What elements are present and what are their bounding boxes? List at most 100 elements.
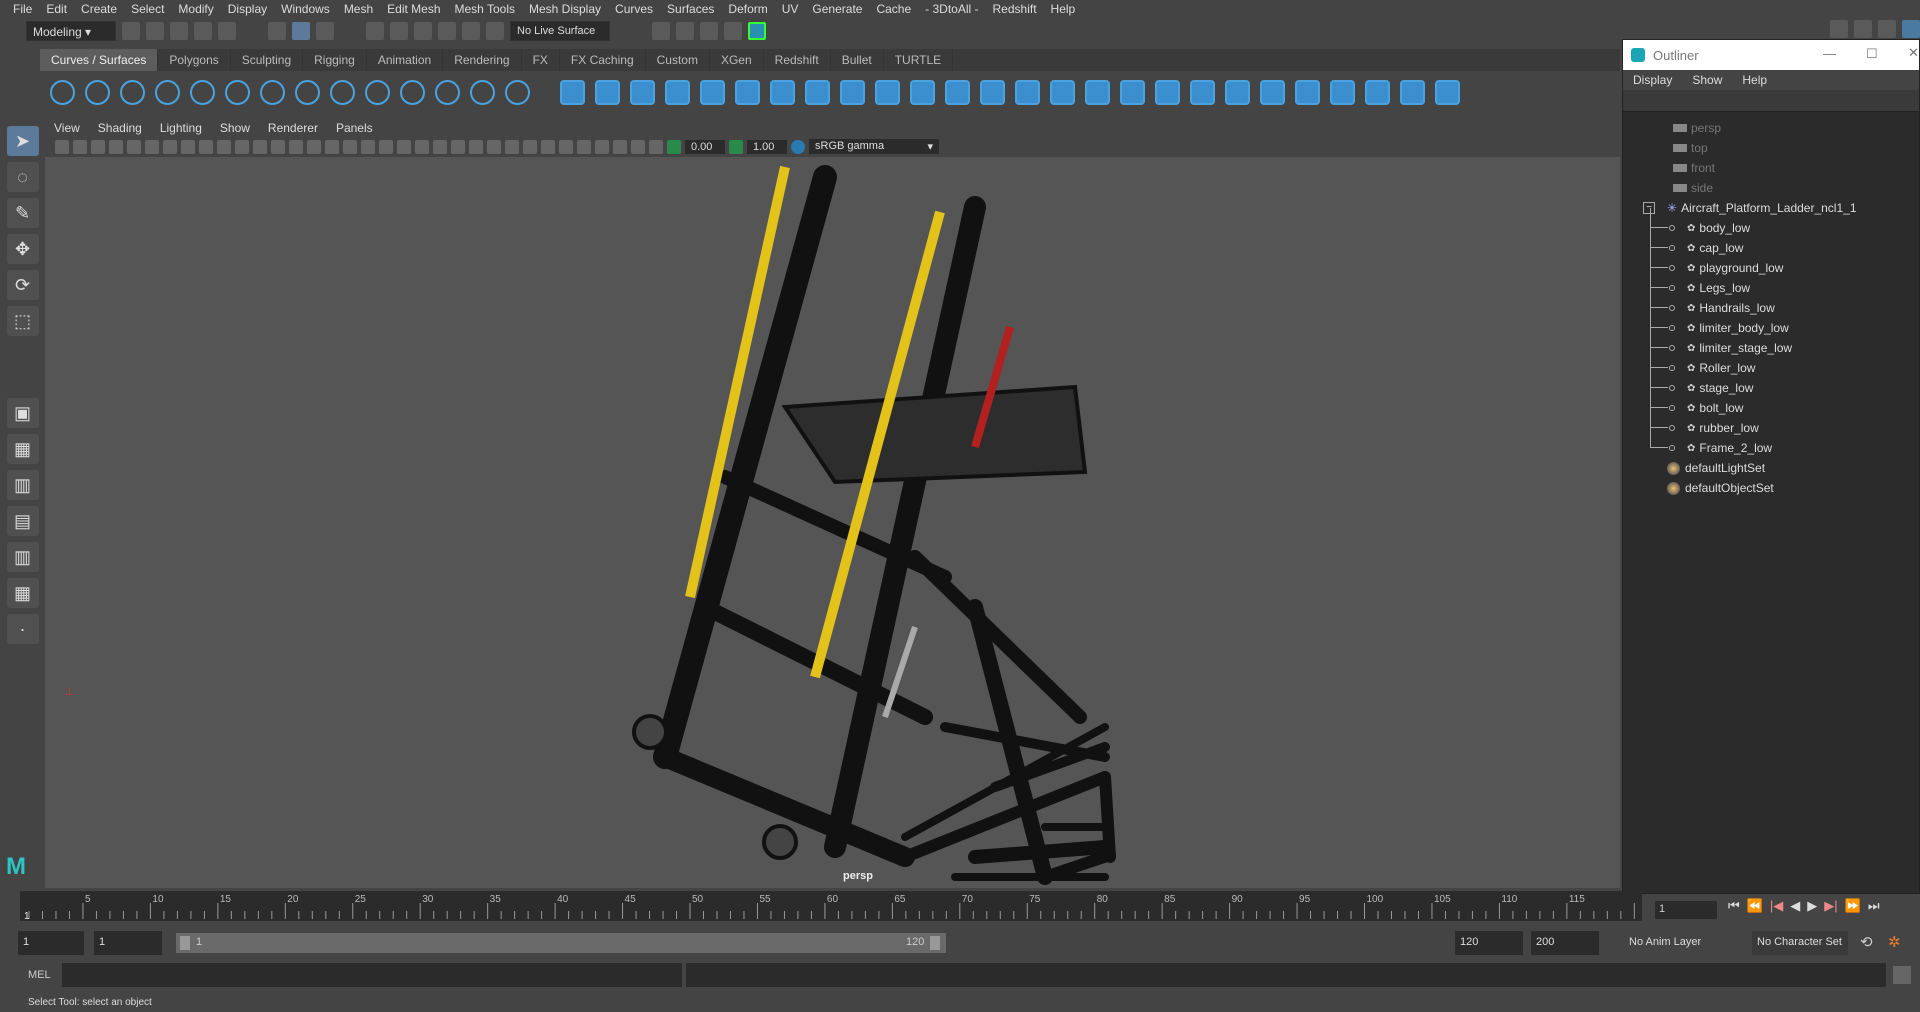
go-to-start-icon[interactable]: ⏮ — [1728, 898, 1740, 914]
snap-point-icon[interactable] — [414, 22, 432, 40]
nurbs-square-icon[interactable] — [85, 79, 110, 105]
viewport-tool-icon[interactable] — [289, 139, 303, 154]
viewport-tool-icon[interactable] — [235, 139, 249, 154]
snap-curve-icon[interactable] — [390, 22, 408, 40]
viewport-tool-icon[interactable] — [379, 139, 393, 154]
panel-menu-panels[interactable]: Panels — [327, 119, 382, 136]
project-on-surface-icon[interactable] — [1155, 79, 1180, 105]
menu-uv[interactable]: UV — [775, 0, 806, 17]
outliner-search-input[interactable] — [1623, 90, 1919, 112]
menu-surfaces[interactable]: Surfaces — [660, 0, 721, 17]
exposure-icon[interactable] — [667, 139, 681, 154]
paint-select-tool-icon[interactable]: ✎ — [6, 198, 39, 228]
redo-icon[interactable] — [218, 22, 236, 40]
tab-curves-surfaces[interactable]: Curves / Surfaces — [40, 49, 159, 71]
menu-curves[interactable]: Curves — [608, 0, 660, 17]
snap-view-icon[interactable] — [438, 22, 456, 40]
time-slider[interactable]: 5 10 15 20 25 30 35 40 45 50 55 60 65 70 75 80 85 90 95 100… — [20, 891, 1642, 922]
select-hierarchy-icon[interactable] — [268, 22, 286, 40]
attach-surface-icon[interactable] — [1190, 79, 1215, 105]
save-scene-icon[interactable] — [170, 22, 188, 40]
rotate-tool-icon[interactable]: ⟳ — [6, 270, 39, 300]
panel-menu-show[interactable]: Show — [211, 119, 259, 136]
viewport-tool-icon[interactable] — [631, 139, 645, 154]
menu-cache[interactable]: Cache — [869, 0, 918, 17]
range-end-handle[interactable] — [930, 936, 940, 950]
align-surface-icon[interactable] — [1260, 79, 1285, 105]
arc-icon[interactable] — [225, 79, 250, 105]
menu-mesh-tools[interactable]: Mesh Tools — [448, 0, 522, 17]
fillet-curve-icon[interactable] — [435, 79, 460, 105]
bezier-curve-icon[interactable] — [190, 79, 215, 105]
viewport-tool-icon[interactable] — [613, 139, 627, 154]
viewport-tool-icon[interactable] — [163, 139, 177, 154]
anim-layer-dropdown[interactable]: No Anim Layer — [1624, 931, 1724, 955]
step-forward-icon[interactable]: ⏩ — [1845, 898, 1861, 914]
tab-sculpting[interactable]: Sculpting — [231, 49, 304, 71]
viewport-tool-icon[interactable] — [307, 139, 321, 154]
outliner-item-body_low[interactable]: ✿ body_low — [1669, 218, 1750, 238]
tab-redshift[interactable]: Redshift — [764, 49, 831, 71]
end-frame-field[interactable]: 200 — [1531, 931, 1599, 955]
nurbs-torus-icon[interactable] — [735, 79, 760, 105]
outliner-item-limiter_body_low[interactable]: ✿ limiter_body_low — [1669, 318, 1789, 338]
render-settings-icon[interactable] — [724, 22, 742, 40]
tab-fx[interactable]: FX — [522, 49, 560, 71]
workspace-icon[interactable] — [1830, 20, 1848, 38]
auto-key-icon[interactable]: ⟲ — [1860, 933, 1873, 951]
channel-box-icon[interactable] — [1854, 20, 1872, 38]
viewport-tool-icon[interactable] — [487, 139, 501, 154]
lasso-tool-icon[interactable]: ◌ — [6, 162, 39, 192]
panel-menu-renderer[interactable]: Renderer — [259, 119, 327, 136]
tab-turtle[interactable]: TURTLE — [884, 49, 954, 71]
viewport-tool-icon[interactable] — [343, 139, 357, 154]
viewport-tool-icon[interactable] — [73, 139, 87, 154]
nurbs-cone-icon[interactable] — [665, 79, 690, 105]
menu-windows[interactable]: Windows — [274, 0, 337, 17]
split-layout-icon[interactable]: ▥ — [6, 542, 39, 572]
viewport-tool-icon[interactable] — [595, 139, 609, 154]
outliner-item-defaultObjectSet[interactable]: defaultObjectSet — [1667, 478, 1774, 498]
gamma-icon[interactable] — [729, 139, 743, 154]
snap-surface-icon[interactable] — [462, 22, 480, 40]
attach-curve-icon[interactable] — [295, 79, 320, 105]
tab-rigging[interactable]: Rigging — [303, 49, 367, 71]
outliner-item-Roller_low[interactable]: ✿ Roller_low — [1669, 358, 1755, 378]
rebuild-curve-icon[interactable] — [365, 79, 390, 105]
scale-tool-icon[interactable]: ⬚ — [6, 306, 39, 336]
viewport-tool-icon[interactable] — [397, 139, 411, 154]
select-tool-icon[interactable]: ➤ — [6, 126, 39, 156]
outliner-menu-show[interactable]: Show — [1682, 73, 1732, 87]
four-layout-icon[interactable]: ▦ — [6, 434, 39, 464]
nurbs-circle-icon[interactable] — [50, 79, 75, 105]
attribute-editor-icon[interactable] — [1878, 20, 1896, 38]
layers-icon[interactable] — [1902, 20, 1920, 38]
current-frame-marker[interactable]: 1 — [24, 911, 30, 922]
viewport-tool-icon[interactable] — [361, 139, 375, 154]
character-set-dropdown[interactable]: No Character Set — [1752, 931, 1848, 955]
maximize-button[interactable]: ☐ — [1866, 46, 1878, 62]
outliner-item-stage_low[interactable]: ✿ stage_low — [1669, 378, 1753, 398]
outliner-item-Frame_2_low[interactable]: ✿ Frame_2_low — [1669, 438, 1772, 458]
gamma-field[interactable]: 1.00 — [747, 139, 787, 154]
snap-live-icon[interactable] — [486, 22, 504, 40]
nurbs-to-poly-icon[interactable] — [1435, 79, 1460, 105]
viewport-tool-icon[interactable] — [505, 139, 519, 154]
tab-animation[interactable]: Animation — [367, 49, 444, 71]
new-scene-icon[interactable] — [122, 22, 140, 40]
step-back-key-icon[interactable]: ⏪ — [1747, 898, 1763, 914]
detach-surface-icon[interactable] — [1225, 79, 1250, 105]
close-button[interactable]: ✕ — [1908, 45, 1919, 61]
viewport-tool-icon[interactable] — [199, 139, 213, 154]
outliner-item-playground_low[interactable]: ✿ playground_low — [1669, 258, 1783, 278]
rebuild-surface-icon[interactable] — [1365, 79, 1390, 105]
viewport-tool-icon[interactable] — [271, 139, 285, 154]
viewport-tool-icon[interactable] — [451, 139, 465, 154]
viewport-tool-icon[interactable] — [217, 139, 231, 154]
menu-generate[interactable]: Generate — [805, 0, 869, 17]
viewport-persp[interactable]: ⊥ — [45, 157, 1620, 911]
extend-curve-icon[interactable] — [470, 79, 495, 105]
minimize-button[interactable]: — — [1823, 46, 1836, 61]
top-layout-icon[interactable]: ▤ — [6, 506, 39, 536]
open-close-icon[interactable] — [1295, 79, 1320, 105]
